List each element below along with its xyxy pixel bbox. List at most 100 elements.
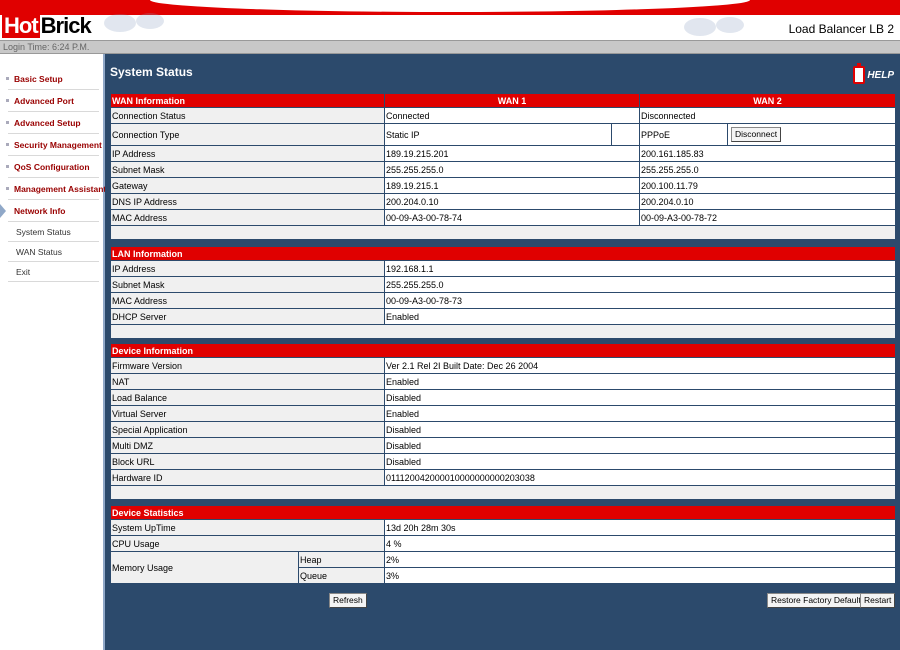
table-row: Memory Usage Heap 2%: [110, 551, 897, 584]
row-label: Memory Usage: [110, 551, 299, 584]
wan1-value: 189.19.215.1: [383, 177, 641, 194]
sidebar-item-label: Security Management: [14, 140, 102, 150]
sidebar-item-network-info[interactable]: Network Info: [0, 200, 99, 222]
sidebar-item-security-management[interactable]: Security Management: [6, 134, 102, 156]
wan2-value: PPPoE: [639, 123, 729, 146]
restart-button[interactable]: Restart: [860, 593, 896, 608]
disconnect-button[interactable]: Disconnect: [731, 127, 782, 142]
row-value: Disabled: [384, 421, 896, 438]
stats-table: Device Statistics System UpTime 13d 20h …: [109, 505, 897, 584]
sidebar-item-label: Advanced Setup: [14, 118, 81, 128]
row-label: MAC Address: [110, 209, 385, 226]
restore-factory-defaults-button[interactable]: Restore Factory Defaults: [767, 593, 870, 608]
wan1-value: 189.19.215.201: [383, 145, 641, 162]
table-row: Special Application Disabled: [110, 421, 896, 438]
row-value: Disabled: [384, 437, 896, 454]
device-header-row: Device Information: [110, 343, 896, 358]
sidebar-subitem-exit[interactable]: Exit: [8, 262, 99, 282]
row-label: Firmware Version: [110, 357, 385, 374]
row-label: Subnet Mask: [110, 276, 385, 293]
sidebar-item-label: QoS Configuration: [14, 162, 90, 172]
table-row: NAT Enabled: [110, 373, 896, 390]
row-label: NAT: [110, 373, 385, 390]
table-row: Multi DMZ Disabled: [110, 437, 896, 454]
section-title: LAN Information: [110, 246, 896, 261]
help-label: HELP: [867, 69, 894, 81]
wan2-value: 200.100.11.79: [639, 177, 897, 194]
wan2-value: 200.161.185.83: [639, 145, 897, 162]
sidebar-item-basic-setup[interactable]: Basic Setup: [6, 68, 99, 90]
hotbrick-logo: Hot Brick: [2, 13, 92, 38]
row-label: Virtual Server: [110, 405, 385, 422]
table-row: Connection Status Connected Disconnected: [110, 107, 897, 124]
row-value: Enabled: [384, 373, 896, 390]
row-value: 011120042000010000000000203038: [384, 469, 896, 486]
sidebar-subitem-wan-status[interactable]: WAN Status: [8, 242, 99, 262]
world-map-icon: [684, 17, 744, 36]
table-row: Connection Type Static IP PPPoE Disconne…: [110, 123, 897, 146]
spacer-cell: [110, 324, 896, 339]
login-time: Login Time: 6:24 P.M.: [0, 40, 900, 54]
spacer-cell: [109, 225, 897, 240]
world-map-icon: [104, 13, 164, 32]
table-row: System UpTime 13d 20h 28m 30s: [110, 519, 897, 536]
section-title: Device Information: [110, 343, 896, 358]
sidebar: Basic Setup Advanced Port Advanced Setup…: [0, 54, 106, 650]
spacer-row: [110, 324, 896, 339]
refresh-button[interactable]: Refresh: [329, 593, 367, 608]
wan1-value: 00-09-A3-00-78-74: [383, 209, 641, 226]
table-row: Load Balance Disabled: [110, 389, 896, 406]
sidebar-item-label: Exit: [16, 267, 31, 277]
product-name: Load Balancer LB 2: [788, 22, 894, 36]
row-value: Enabled: [384, 405, 896, 422]
row-value: 13d 20h 28m 30s: [383, 519, 897, 536]
row-value: 3%: [383, 567, 897, 584]
sidebar-subitem-system-status[interactable]: System Status: [8, 222, 99, 242]
device-table: Device Information Firmware Version Ver …: [110, 343, 896, 500]
row-label: Block URL: [110, 453, 385, 470]
wan2-value: 200.204.0.10: [639, 193, 897, 210]
wan1-value: Static IP: [384, 123, 612, 146]
row-label: Gateway: [110, 177, 385, 194]
row-label: IP Address: [110, 260, 385, 277]
wan2-value: 255.255.255.0: [639, 161, 897, 178]
sidebar-item-advanced-port[interactable]: Advanced Port: [6, 90, 99, 112]
row-value: 192.168.1.1: [384, 260, 896, 277]
table-row: Subnet Mask 255.255.255.0: [110, 276, 896, 293]
row-label: Special Application: [110, 421, 385, 438]
row-label: IP Address: [110, 145, 385, 162]
sidebar-item-qos-configuration[interactable]: QoS Configuration: [6, 156, 99, 178]
table-row: Block URL Disabled: [110, 453, 896, 470]
sidebar-item-label: System Status: [16, 227, 71, 237]
table-row: DNS IP Address 200.204.0.10 200.204.0.10: [110, 193, 897, 210]
main-panel: System Status HELP WAN Information WAN 1…: [105, 54, 900, 650]
bullet-icon: [6, 187, 9, 190]
table-row: Gateway 189.19.215.1 200.100.11.79: [110, 177, 897, 194]
sidebar-item-label: Basic Setup: [14, 74, 63, 84]
disconnect-cell: Disconnect: [727, 123, 897, 146]
spacer-row: [110, 485, 896, 500]
help-book-icon: [853, 63, 866, 84]
sidebar-item-label: Advanced Port: [14, 96, 74, 106]
table-row: IP Address 189.19.215.201 200.161.185.83: [110, 145, 897, 162]
sidebar-item-advanced-setup[interactable]: Advanced Setup: [6, 112, 99, 134]
row-label: Connection Status: [110, 107, 385, 124]
row-label: DHCP Server: [110, 308, 385, 325]
wan2-column-header: WAN 2: [639, 93, 897, 108]
wan-header-row: WAN Information WAN 1 WAN 2: [110, 93, 897, 108]
row-label: Subnet Mask: [110, 161, 385, 178]
bullet-icon: [6, 121, 9, 124]
row-value: 255.255.255.0: [384, 276, 896, 293]
logo-hot: Hot: [2, 13, 40, 38]
row-value: Enabled: [384, 308, 896, 325]
wan2-value: Disconnected: [639, 107, 897, 124]
table-row: IP Address 192.168.1.1: [110, 260, 896, 277]
lan-header-row: LAN Information: [110, 246, 896, 261]
wan1-value: 200.204.0.10: [383, 193, 641, 210]
wan1-value: 255.255.255.0: [383, 161, 641, 178]
wan1-value: Connected: [383, 107, 641, 124]
help-button[interactable]: HELP: [853, 63, 894, 84]
sub-label: Heap: [298, 551, 385, 568]
sidebar-item-management-assistant[interactable]: Management Assistant: [6, 178, 106, 200]
section-title: Device Statistics: [109, 505, 897, 520]
